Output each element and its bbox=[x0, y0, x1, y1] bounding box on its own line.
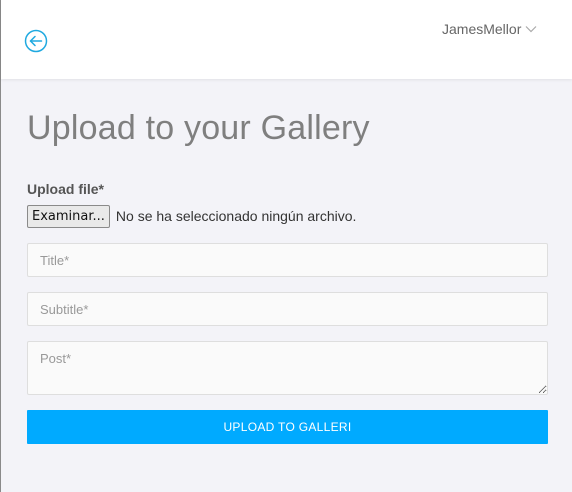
top-bar: JamesMellor bbox=[1, 0, 572, 79]
file-input: Examinar... No se ha seleccionado ningún… bbox=[27, 204, 356, 228]
back-arrow-circle-icon bbox=[24, 29, 48, 53]
file-status-text: No se ha seleccionado ningún archivo. bbox=[115, 208, 357, 224]
title-input[interactable] bbox=[27, 243, 548, 277]
username-label: JamesMellor bbox=[442, 21, 522, 37]
subtitle-input[interactable] bbox=[27, 292, 548, 326]
upload-to-gallery-button[interactable]: UPLOAD TO GALLERI bbox=[27, 410, 548, 444]
app-frame: JamesMellor Upload to your Gallery Uploa… bbox=[0, 0, 572, 492]
page-title: Upload to your Gallery bbox=[27, 109, 370, 147]
chevron-down-icon bbox=[525, 26, 537, 33]
back-button[interactable] bbox=[24, 29, 48, 53]
user-menu[interactable]: JamesMellor bbox=[442, 20, 537, 38]
post-textarea[interactable] bbox=[27, 341, 548, 395]
upload-file-label: Upload file* bbox=[27, 181, 105, 197]
browse-file-button[interactable]: Examinar... bbox=[27, 204, 110, 228]
